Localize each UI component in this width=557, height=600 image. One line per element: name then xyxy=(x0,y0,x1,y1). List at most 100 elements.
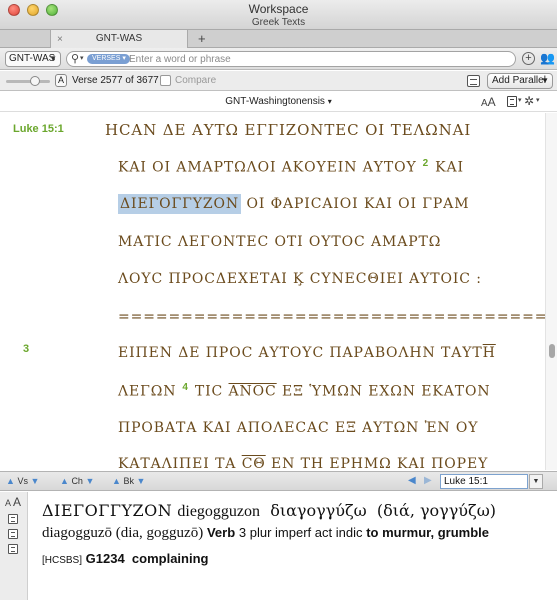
text-line: ΕΙΠΕΝ ΔΕ ΠΡΟC ΑΥΤΟΥC ΠΑΡΑΒΟΛΗΝ ΤΑΥΤΗ xyxy=(118,345,496,361)
search-input[interactable] xyxy=(129,52,509,66)
search-scope-label: VERSES xyxy=(92,55,121,62)
book-down-icon[interactable]: ▼ xyxy=(136,476,145,486)
selected-word[interactable]: ΔΙΕΓΟΓΓΥΖΟΝ xyxy=(118,194,242,214)
text-segment: ΛΕΓΩΝ xyxy=(118,383,177,400)
info-gloss: to murmur, grumble xyxy=(366,525,490,540)
info-font-smaller-icon[interactable]: A xyxy=(5,498,11,508)
add-parallel-button[interactable]: Add Parallel ▼ xyxy=(487,73,553,89)
title-bar: Workspace Greek Texts xyxy=(0,0,557,30)
panel-header: GNT-Washingtonensis ▾ AA ▾ ✲ ▾ xyxy=(0,92,557,112)
info-sidebar: A A xyxy=(0,492,28,600)
font-size-control[interactable]: AA xyxy=(481,95,496,109)
text-segment: ΚΑΤΑΛΙΠΕΙ ΤΑ xyxy=(118,456,237,470)
reference-dropdown-chevron-icon[interactable]: ▼ xyxy=(529,474,543,489)
chevron-down-icon: ▼ xyxy=(541,76,549,85)
dictionary-icon[interactable] xyxy=(8,514,18,524)
search-scope-token[interactable]: VERSES ▾ xyxy=(87,54,130,64)
section-divider: ======================================== xyxy=(118,309,545,325)
history-back-icon[interactable]: ◀ xyxy=(408,475,416,486)
verse-nav: ▲ Vs ▼ xyxy=(6,474,39,488)
add-tab-button[interactable]: + xyxy=(198,30,206,48)
search-icon[interactable]: ⚲ xyxy=(71,52,79,66)
info-source: [HCSBS] xyxy=(42,555,83,566)
search-field[interactable]: ⚲ ▾ VERSES ▾ xyxy=(66,51,516,67)
add-icon[interactable]: + xyxy=(522,52,535,65)
word-morphology: diagogguzō (dia, gogguzō) Verb 3 plur im… xyxy=(42,523,550,543)
tab-gnt-was[interactable]: × GNT-WAS xyxy=(50,30,188,48)
font-smaller-icon[interactable]: A xyxy=(481,98,488,109)
history-forward-icon[interactable]: ▶ xyxy=(424,475,432,486)
verse-reference[interactable]: Luke 15:1 xyxy=(13,123,64,135)
word-info-panel: A A ΔΙΕΓΟΓΓΥΖΟΝ diegogguzon διαγογγύζω (… xyxy=(0,492,557,600)
chevron-down-icon: ▾ xyxy=(518,97,522,104)
scrollbar-thumb[interactable] xyxy=(549,344,555,358)
vertical-scrollbar[interactable] xyxy=(545,113,557,470)
module-select[interactable]: GNT-WAS ▼ xyxy=(5,51,61,67)
verse-number-3[interactable]: 3 xyxy=(23,343,29,355)
info-morph-code: 3 plur imperf act indic xyxy=(238,525,363,540)
text-segment: ΕΙΠΕΝ ΔΕ ΠΡΟC ΑΥΤΟΥC ΠΑΡΑΒΟΛΗΝ ΤΑΥΤ xyxy=(118,345,483,361)
verse-up-icon[interactable]: ▲ xyxy=(6,476,15,486)
font-larger-icon[interactable]: A xyxy=(488,95,496,109)
gear-icon[interactable]: ✲ xyxy=(524,94,534,108)
info-lemma-transliteration: diagogguzō (dia, gogguzō) xyxy=(42,525,204,541)
add-parallel-label: Add Parallel xyxy=(492,75,546,86)
bottom-nav-bar: ▲ Vs ▼ ▲ Ch ▼ ▲ Bk ▼ ◀ ▶ ▼ xyxy=(0,471,557,491)
book-icon[interactable] xyxy=(507,96,517,107)
text-segment: ΕΝ ΤΗ ΕΡΗΜΩ ΚΑΙ ΠΟΡΕΥ xyxy=(271,456,489,470)
text-module-title[interactable]: GNT-Washingtonensis ▾ xyxy=(0,92,557,112)
word-definition: [HCSBS] G1234 complaining xyxy=(42,551,550,566)
chevron-down-icon: ▼ xyxy=(49,54,57,63)
search-options-chevron-icon[interactable]: ▾ xyxy=(80,52,84,66)
verse-down-icon[interactable]: ▼ xyxy=(30,476,39,486)
verse-number-4[interactable]: 4 xyxy=(182,382,188,393)
word-heading: ΔΙΕΓΟΓΓΥΖΟΝ diegogguzon διαγογγύζω (διά,… xyxy=(42,500,550,523)
text-line: ΚΑΤΑΛΙΠΕΙ ΤΑ ϹΘ ΕΝ ΤΗ ΕΡΗΜΩ ΚΑΙ ΠΟΡΕΥ xyxy=(118,456,488,470)
window-subtitle: Greek Texts xyxy=(251,17,306,28)
book-nav-label: Bk xyxy=(123,476,134,486)
nomen-sacrum: ϹΘ xyxy=(241,456,266,470)
tab-bar: × GNT-WAS + xyxy=(0,30,557,48)
text-line: ΛΕΓΩΝ 4 ΤΙC ΑΝΟC ΕΞ ὙΜΩΝ ΕΧΩΝ ΕΚΑΤΟΝ xyxy=(118,382,491,400)
text-module-title-label: GNT-Washingtonensis xyxy=(225,96,325,107)
font-a-button[interactable]: A xyxy=(55,74,67,87)
info-etymology: (διά, γογγύζω) xyxy=(376,501,496,520)
zoom-slider-knob[interactable] xyxy=(30,76,40,86)
book-nav: ▲ Bk ▼ xyxy=(112,474,145,488)
info-greek-word: ΔΙΕΓΟΓΓΥΖΟΝ xyxy=(42,501,173,520)
info-definition: complaining xyxy=(131,551,209,566)
chevron-down-icon: ▾ xyxy=(536,97,540,104)
text-line: ΔΙΕΓΟΓΓΥΖΟΝ ΟΙ ΦΑΡΙCΑΙΟΙ ΚΑΙ ΟΙ ΓΡΑΜ xyxy=(118,194,470,214)
chapter-down-icon[interactable]: ▼ xyxy=(85,476,94,486)
text-segment-overline: Η xyxy=(482,345,496,361)
search-toolbar: GNT-WAS ▼ ⚲ ▾ VERSES ▾ + 👥 xyxy=(0,48,557,70)
chapter-up-icon[interactable]: ▲ xyxy=(60,476,69,486)
compare-label: Compare xyxy=(175,75,217,86)
compare-checkbox[interactable] xyxy=(160,75,171,86)
info-font-larger-icon[interactable]: A xyxy=(13,495,21,509)
text-line: ΗCΑΝ ΔΕ ΑΥΤΩ ΕΓΓΙΖΟΝΤΕC ΟΙ ΤΕΛΩΝΑΙ xyxy=(105,121,472,139)
close-tab-icon[interactable]: × xyxy=(57,31,63,49)
bible-text-view[interactable]: Luke 15:1 3 ΗCΑΝ ΔΕ ΑΥΤΩ ΕΓΓΙΖΟΝΤΕC ΟΙ Τ… xyxy=(0,113,545,470)
notes-icon[interactable] xyxy=(8,529,18,539)
users-icon[interactable]: 👥 xyxy=(540,51,555,65)
reference-input[interactable] xyxy=(440,474,528,489)
text-line: ΜΑΤΙC ΛΕΓΟΝΤΕC ΟΤΙ ΟΥΤΟC ΑΜΑΡΤΩ xyxy=(118,234,442,250)
text-segment: ΕΞ ὙΜΩΝ ΕΧΩΝ ΕΚΑΤΟΝ xyxy=(282,383,491,400)
verse-nav-row: A Verse 2577 of 3677 Compare Add Paralle… xyxy=(0,71,557,91)
verse-number-2[interactable]: 2 xyxy=(423,158,429,169)
verse-count: Verse 2577 of 3677 xyxy=(72,75,159,86)
layout-icon[interactable] xyxy=(467,75,480,87)
text-segment: ΚΑΙ xyxy=(435,159,464,176)
text-segment: ΟΙ ΦΑΡΙCΑΙΟΙ ΚΑΙ ΟΙ ΓΡΑΜ xyxy=(246,196,470,212)
strongs-number[interactable]: G1234 xyxy=(86,551,125,566)
window-title: Workspace xyxy=(248,2,309,16)
clipboard-icon[interactable] xyxy=(8,544,18,554)
chapter-nav-label: Ch xyxy=(71,476,83,486)
info-part-of-speech: Verb xyxy=(206,525,236,540)
book-up-icon[interactable]: ▲ xyxy=(112,476,121,486)
zoom-slider-track[interactable] xyxy=(6,80,50,83)
info-font-size-control[interactable]: A A xyxy=(5,495,21,509)
info-lemma: διαγογγύζω xyxy=(270,501,367,520)
text-line: ΠΡΟΒΑΤΑ ΚΑΙ ΑΠΟΛΕCΑC ΕΞ ΑΥΤΩΝ ἘΝ ΟΥ xyxy=(118,420,479,436)
